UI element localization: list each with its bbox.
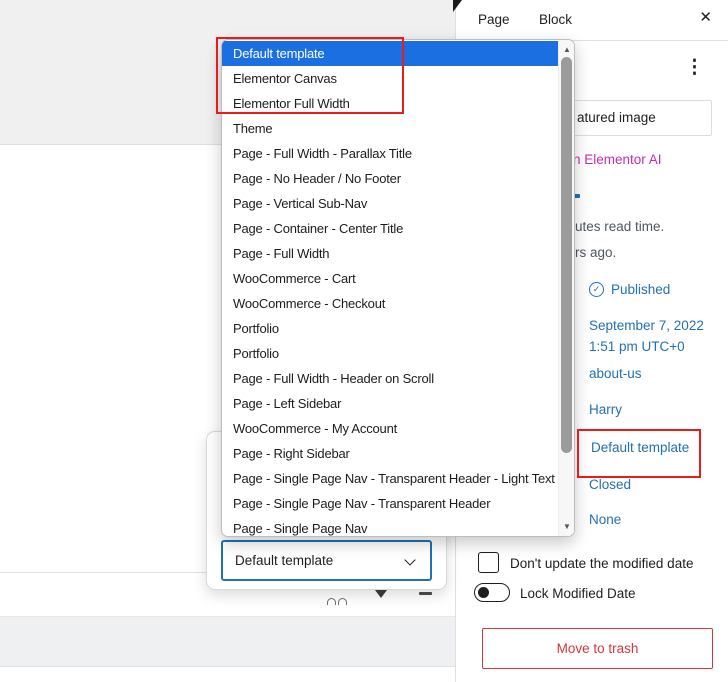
tab-block[interactable]: Block bbox=[539, 12, 572, 27]
featured-image-label: atured image bbox=[577, 110, 656, 125]
scroll-up-icon[interactable]: ▲ bbox=[559, 42, 575, 57]
status-link[interactable]: Published bbox=[611, 282, 670, 297]
dropdown-option[interactable]: Page - Full Width - Header on Scroll bbox=[222, 366, 558, 391]
chevron-down-icon bbox=[404, 554, 415, 565]
template-select-value: Default template bbox=[235, 553, 333, 568]
editor-screen: Page Block ✕ ⋮ atured image n Elementor … bbox=[0, 0, 728, 682]
dropdown-option[interactable]: Page - Vertical Sub-Nav bbox=[222, 191, 558, 216]
publish-date-link[interactable]: September 7, 20221:51 pm UTC+0 bbox=[589, 315, 704, 357]
dropdown-scrollbar[interactable]: ▲ ▼ bbox=[558, 40, 574, 536]
clipped-dash-icon bbox=[419, 592, 432, 595]
dropdown-option[interactable]: Portfolio bbox=[222, 341, 558, 366]
dropdown-option[interactable]: Page - Single Page Nav - Transparent Hea… bbox=[222, 466, 558, 491]
dropdown-option[interactable]: Theme bbox=[222, 116, 558, 141]
parent-link[interactable]: None bbox=[589, 512, 621, 527]
read-time-text: utes read time. bbox=[575, 219, 664, 234]
dropdown-option[interactable]: Page - Full Width bbox=[222, 241, 558, 266]
dropdown-option[interactable]: WooCommerce - Checkout bbox=[222, 291, 558, 316]
dropdown-option[interactable]: Page - Container - Center Title bbox=[222, 216, 558, 241]
dont-update-label: Don't update the modified date bbox=[510, 556, 693, 571]
annotation-box-dropdown bbox=[216, 37, 404, 114]
close-icon[interactable]: ✕ bbox=[699, 9, 712, 27]
template-select[interactable]: Default template bbox=[221, 540, 432, 581]
dropdown-option[interactable]: WooCommerce - My Account bbox=[222, 416, 558, 441]
kebab-menu-icon[interactable]: ⋮ bbox=[685, 58, 704, 78]
author-link[interactable]: Harry bbox=[589, 402, 622, 417]
editor-canvas-footer-band bbox=[0, 616, 455, 667]
dropdown-option[interactable]: Page - Full Width - Parallax Title bbox=[222, 141, 558, 166]
scrollbar-thumb[interactable] bbox=[561, 57, 572, 453]
dropdown-option[interactable]: WooCommerce - Cart bbox=[222, 266, 558, 291]
dropdown-option[interactable]: Page - Right Sidebar bbox=[222, 441, 558, 466]
updated-ago-text: rs ago. bbox=[575, 245, 616, 260]
slug-link[interactable]: about-us bbox=[589, 366, 642, 381]
dropdown-option[interactable]: Page - Single Page Nav bbox=[222, 516, 558, 536]
dont-update-checkbox[interactable] bbox=[478, 552, 499, 573]
toggle-knob bbox=[478, 587, 489, 598]
sidebar-tab-bar: Page Block ✕ bbox=[456, 0, 728, 41]
dropdown-option-list: Default template Elementor Canvas Elemen… bbox=[222, 40, 558, 536]
scroll-down-icon[interactable]: ▼ bbox=[559, 519, 575, 534]
clipped-glyph-arcs bbox=[327, 592, 347, 610]
dropdown-option[interactable]: Page - Left Sidebar bbox=[222, 391, 558, 416]
lock-modified-label: Lock Modified Date bbox=[520, 586, 636, 601]
elementor-ai-link[interactable]: n Elementor AI bbox=[573, 152, 662, 167]
canvas-divider bbox=[0, 572, 206, 573]
dropdown-option[interactable]: Portfolio bbox=[222, 316, 558, 341]
annotation-box-template-link bbox=[577, 429, 701, 478]
discussion-link[interactable]: Closed bbox=[589, 477, 631, 492]
check-circle-icon: ✓ bbox=[589, 282, 604, 297]
lock-modified-toggle[interactable] bbox=[474, 583, 510, 602]
dropdown-option[interactable]: Page - No Header / No Footer bbox=[222, 166, 558, 191]
clipped-triangle-icon bbox=[375, 590, 387, 598]
tab-page[interactable]: Page bbox=[478, 12, 510, 27]
move-to-trash-button[interactable]: Move to trash bbox=[482, 628, 713, 669]
dropdown-option[interactable]: Page - Single Page Nav - Transparent Hea… bbox=[222, 491, 558, 516]
